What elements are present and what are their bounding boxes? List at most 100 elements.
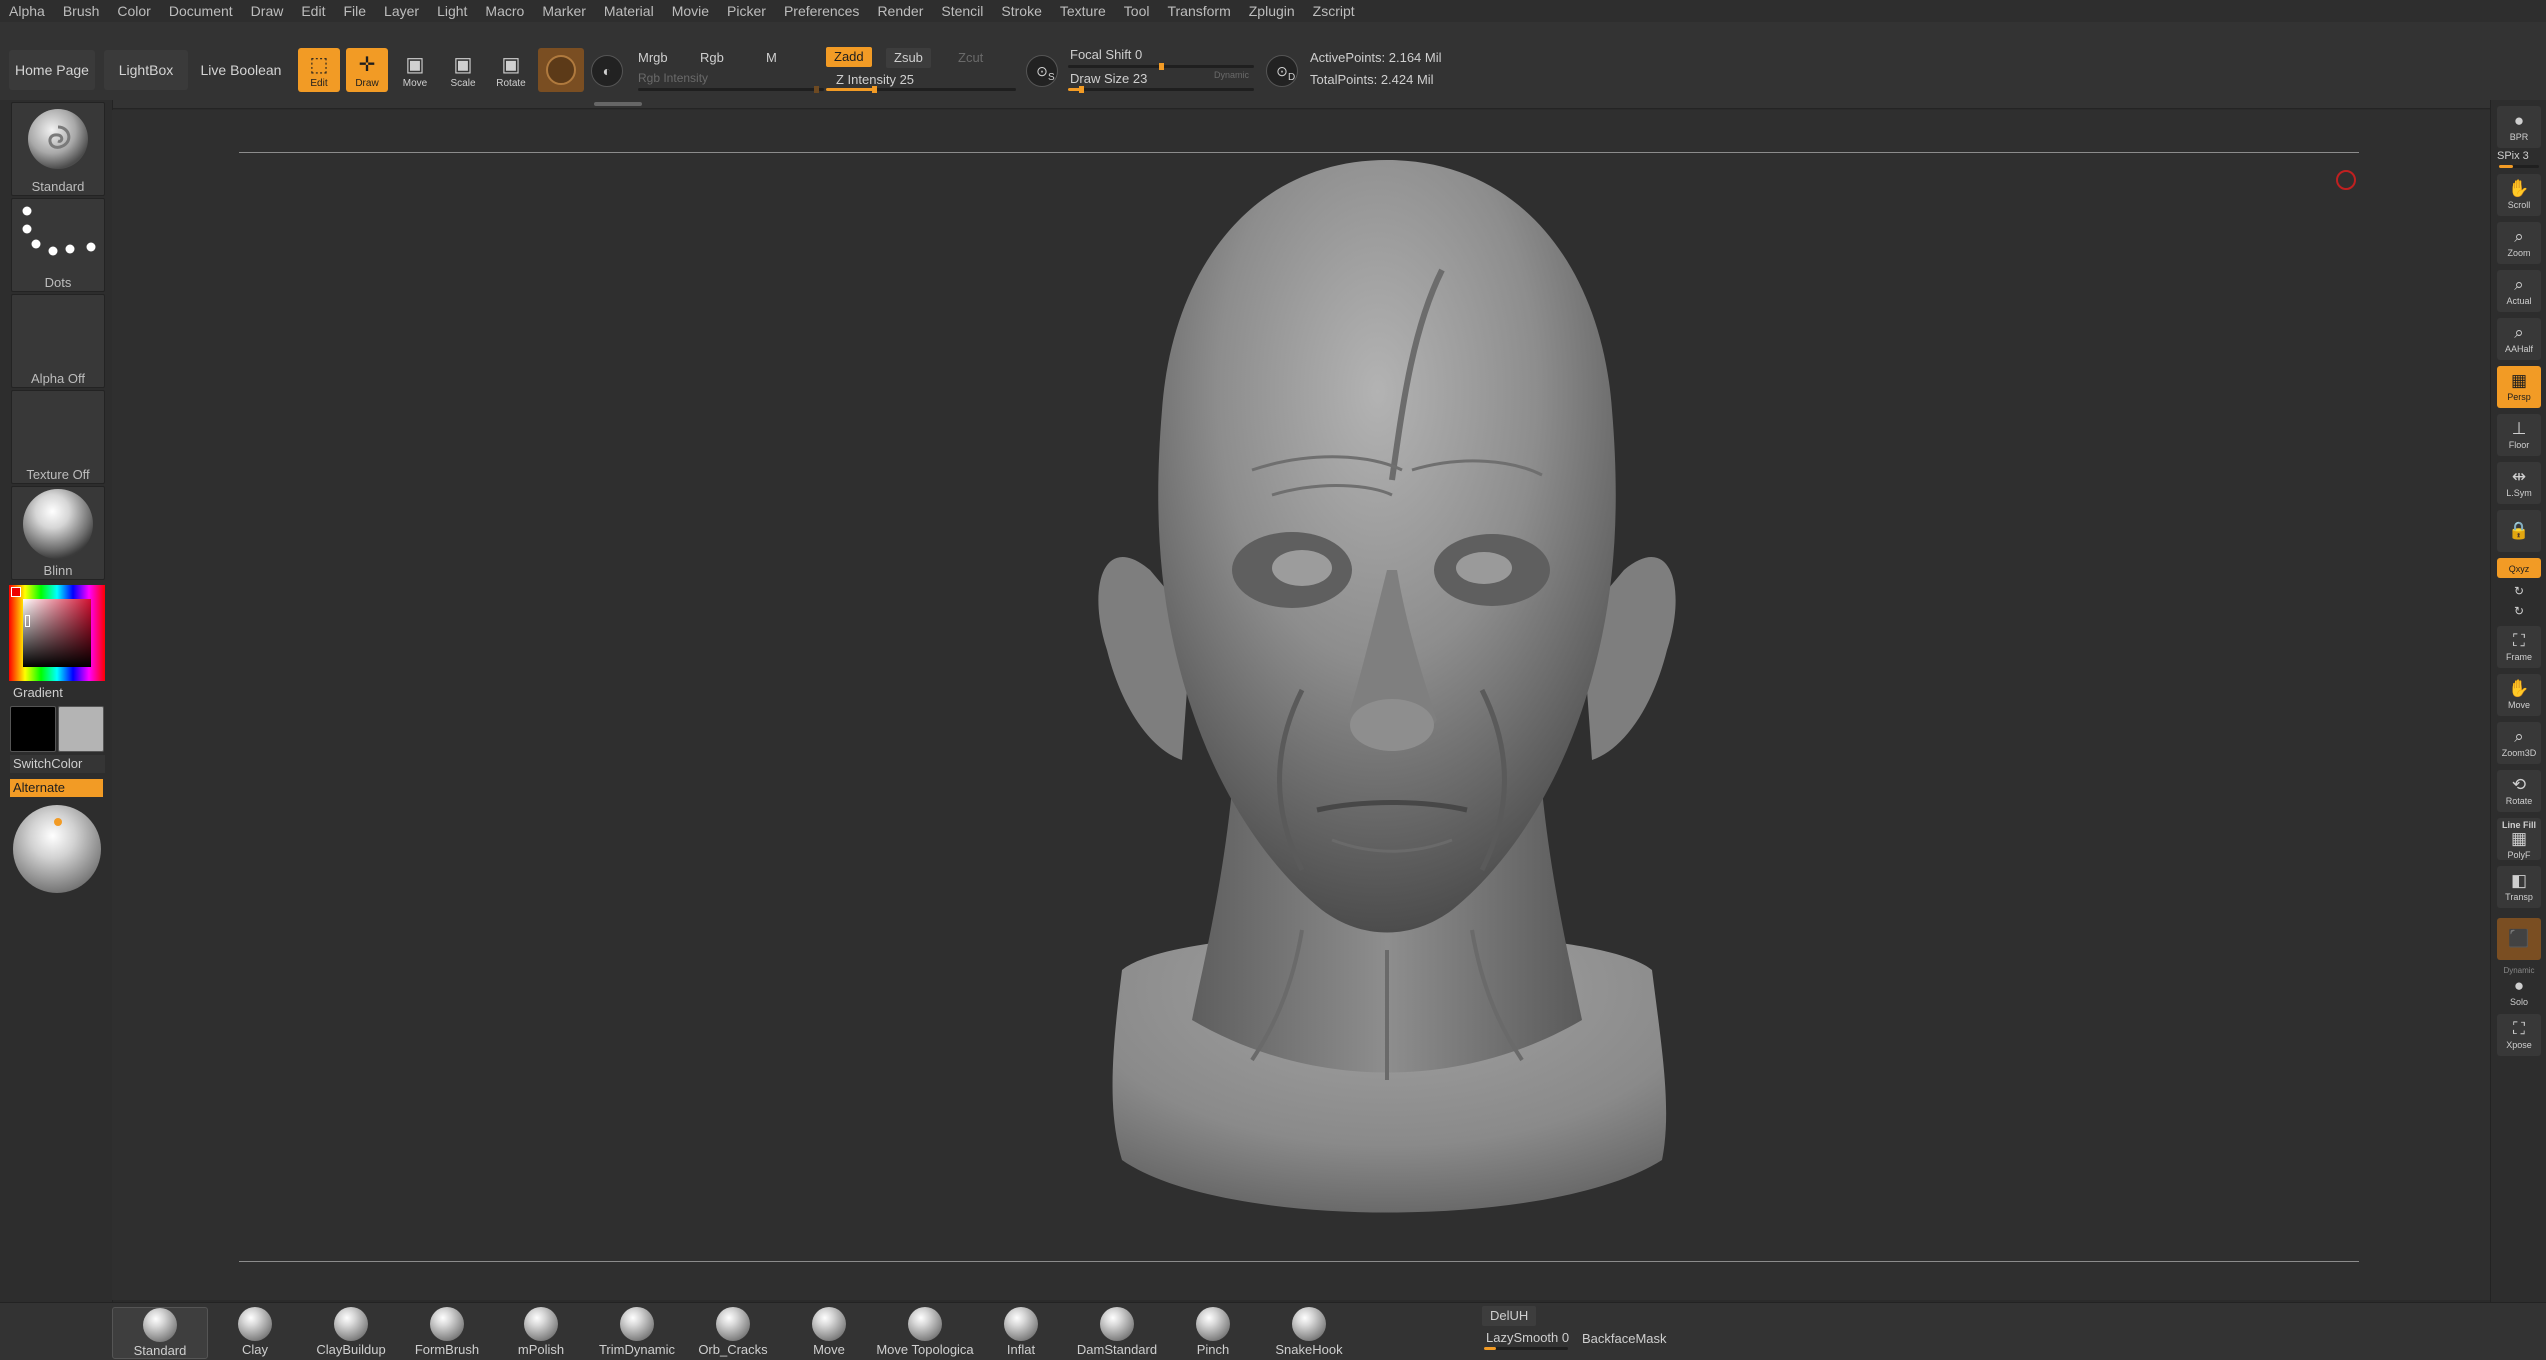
menu-preferences[interactable]: Preferences [775,0,868,22]
z-intensity-slider[interactable] [826,86,1016,93]
home-page-button[interactable]: Home Page [9,50,95,90]
spix-label[interactable]: SPix 3 [2497,150,2529,162]
document-canvas[interactable] [112,110,2490,1300]
lazy-smooth-label[interactable]: LazySmooth 0 [1486,1330,1569,1345]
menu-file[interactable]: File [334,0,375,22]
zoom-button[interactable]: ⌕ Zoom [2497,222,2541,264]
dynamic-toggle[interactable]: Dynamic [1214,70,1249,80]
material-preview-button[interactable] [538,48,584,92]
menu-color[interactable]: Color [108,0,159,22]
rotate-y-icon[interactable]: ↻ [2497,584,2541,598]
menu-movie[interactable]: Movie [663,0,718,22]
menu-texture[interactable]: Texture [1051,0,1115,22]
lazy-smooth-slider[interactable] [1484,1347,1568,1350]
draw-size-knob[interactable] [1079,86,1084,93]
material-selector[interactable]: Blinn [11,486,105,580]
edit-button[interactable]: ⬚ Edit [298,48,340,92]
menu-light[interactable]: Light [428,0,476,22]
focal-shift-slider[interactable] [1068,63,1254,70]
rotate-z-icon[interactable]: ↻ [2497,604,2541,618]
floor-button[interactable]: ⊥ Floor [2497,414,2541,456]
xyz-button[interactable]: Qxyz [2497,558,2541,578]
aahalf-button[interactable]: ⌕ AAHalf [2497,318,2541,360]
menu-edit[interactable]: Edit [292,0,334,22]
lock-button[interactable]: 🔒 [2497,510,2541,552]
brush-trimdynamic[interactable]: TrimDynamic [590,1307,684,1357]
brush-standard[interactable]: Standard [112,1307,208,1359]
menu-layer[interactable]: Layer [375,0,428,22]
menu-tool[interactable]: Tool [1115,0,1159,22]
sculpted-head-model[interactable] [972,150,1802,1270]
rotate-button[interactable]: ▣ Rotate [490,48,532,92]
rgb-intensity-knob[interactable] [814,86,819,93]
brush-pinch[interactable]: Pinch [1166,1307,1260,1357]
brush-claybuildup[interactable]: ClayBuildup [304,1307,398,1357]
lsym-button[interactable]: ⇹ L.Sym [2497,462,2541,504]
texture-selector[interactable]: Texture Off [11,390,105,484]
brush-damstandard[interactable]: DamStandard [1070,1307,1164,1357]
menu-zscript[interactable]: Zscript [1304,0,1364,22]
gradient-label[interactable]: Gradient [13,685,63,700]
transp-button[interactable]: ◧ Transp [2497,866,2541,908]
scroll-button[interactable]: ✋ Scroll [2497,174,2541,216]
persp-button[interactable]: ▦ Persp [2497,366,2541,408]
zsub-button[interactable]: Zsub [886,48,931,68]
menu-transform[interactable]: Transform [1158,0,1239,22]
brush-move-topologica[interactable]: Move Topologica [876,1307,974,1357]
menu-alpha[interactable]: Alpha [0,0,54,22]
spix-slider[interactable] [2499,165,2539,168]
m-button[interactable]: M [766,50,777,65]
brush-snakehook[interactable]: SnakeHook [1262,1307,1356,1357]
scale-button[interactable]: ▣ Scale [442,48,484,92]
color-saturation-square[interactable] [23,599,91,667]
menu-render[interactable]: Render [868,0,932,22]
frame-button[interactable]: ⛶ Frame [2497,626,2541,668]
secondary-color-swatch[interactable] [58,706,104,752]
backface-mask-toggle[interactable]: BackfaceMask [1582,1331,1667,1346]
move-button[interactable]: ▣ Move [394,48,436,92]
focal-shift-knob[interactable] [1159,63,1164,70]
rgb-sphere-icon[interactable]: ◐ [591,55,623,87]
switch-color-button[interactable]: SwitchColor [10,755,105,773]
brush-mpolish[interactable]: mPolish [494,1307,588,1357]
solo-button[interactable]: ● Solo [2497,976,2541,1008]
light-sphere[interactable] [13,805,101,893]
draw-size-slider[interactable] [1068,86,1254,93]
brush-selector[interactable]: Standard [11,102,105,196]
main-color-swatch[interactable] [10,706,56,752]
menu-zplugin[interactable]: Zplugin [1240,0,1304,22]
menu-draw[interactable]: Draw [242,0,293,22]
menu-material[interactable]: Material [595,0,663,22]
draw-button[interactable]: ✛ Draw [346,48,388,92]
color-picker[interactable] [9,585,105,681]
xpose-button[interactable]: ⛶ Xpose [2497,1014,2541,1056]
shelf-scroll-handle[interactable] [594,102,642,106]
brush-move[interactable]: Move [782,1307,876,1357]
rgb-button[interactable]: Rgb [700,50,724,65]
lightbox-button[interactable]: LightBox [104,50,188,90]
menu-macro[interactable]: Macro [476,0,533,22]
brush-clay[interactable]: Clay [208,1307,302,1357]
brush-orb-cracks[interactable]: Orb_Cracks [686,1307,780,1357]
zcut-button[interactable]: Zcut [958,50,983,65]
rgb-intensity-slider[interactable] [638,86,824,93]
bpr-button[interactable]: ● BPR [2497,106,2541,148]
menu-stencil[interactable]: Stencil [932,0,992,22]
rotate-view-button[interactable]: ⟲ Rotate [2497,770,2541,812]
stroke-selector[interactable]: Dots [11,198,105,292]
z-intensity-knob[interactable] [872,86,877,93]
menu-picker[interactable]: Picker [718,0,775,22]
deluh-button[interactable]: DelUH [1482,1306,1537,1326]
menu-marker[interactable]: Marker [533,0,595,22]
ghost-button[interactable]: ⬛ [2497,918,2541,960]
alpha-selector[interactable]: Alpha Off [11,294,105,388]
polyf-button[interactable]: Line Fill ▦ PolyF [2497,818,2541,860]
menu-brush[interactable]: Brush [54,0,109,22]
brush-formbrush[interactable]: FormBrush [400,1307,494,1357]
alternate-button[interactable]: Alternate [10,779,103,797]
zoom3d-button[interactable]: ⌕ Zoom3D [2497,722,2541,764]
brush-inflat[interactable]: Inflat [974,1307,1068,1357]
move-view-button[interactable]: ✋ Move [2497,674,2541,716]
actual-button[interactable]: ⌕ Actual [2497,270,2541,312]
menu-stroke[interactable]: Stroke [992,0,1050,22]
